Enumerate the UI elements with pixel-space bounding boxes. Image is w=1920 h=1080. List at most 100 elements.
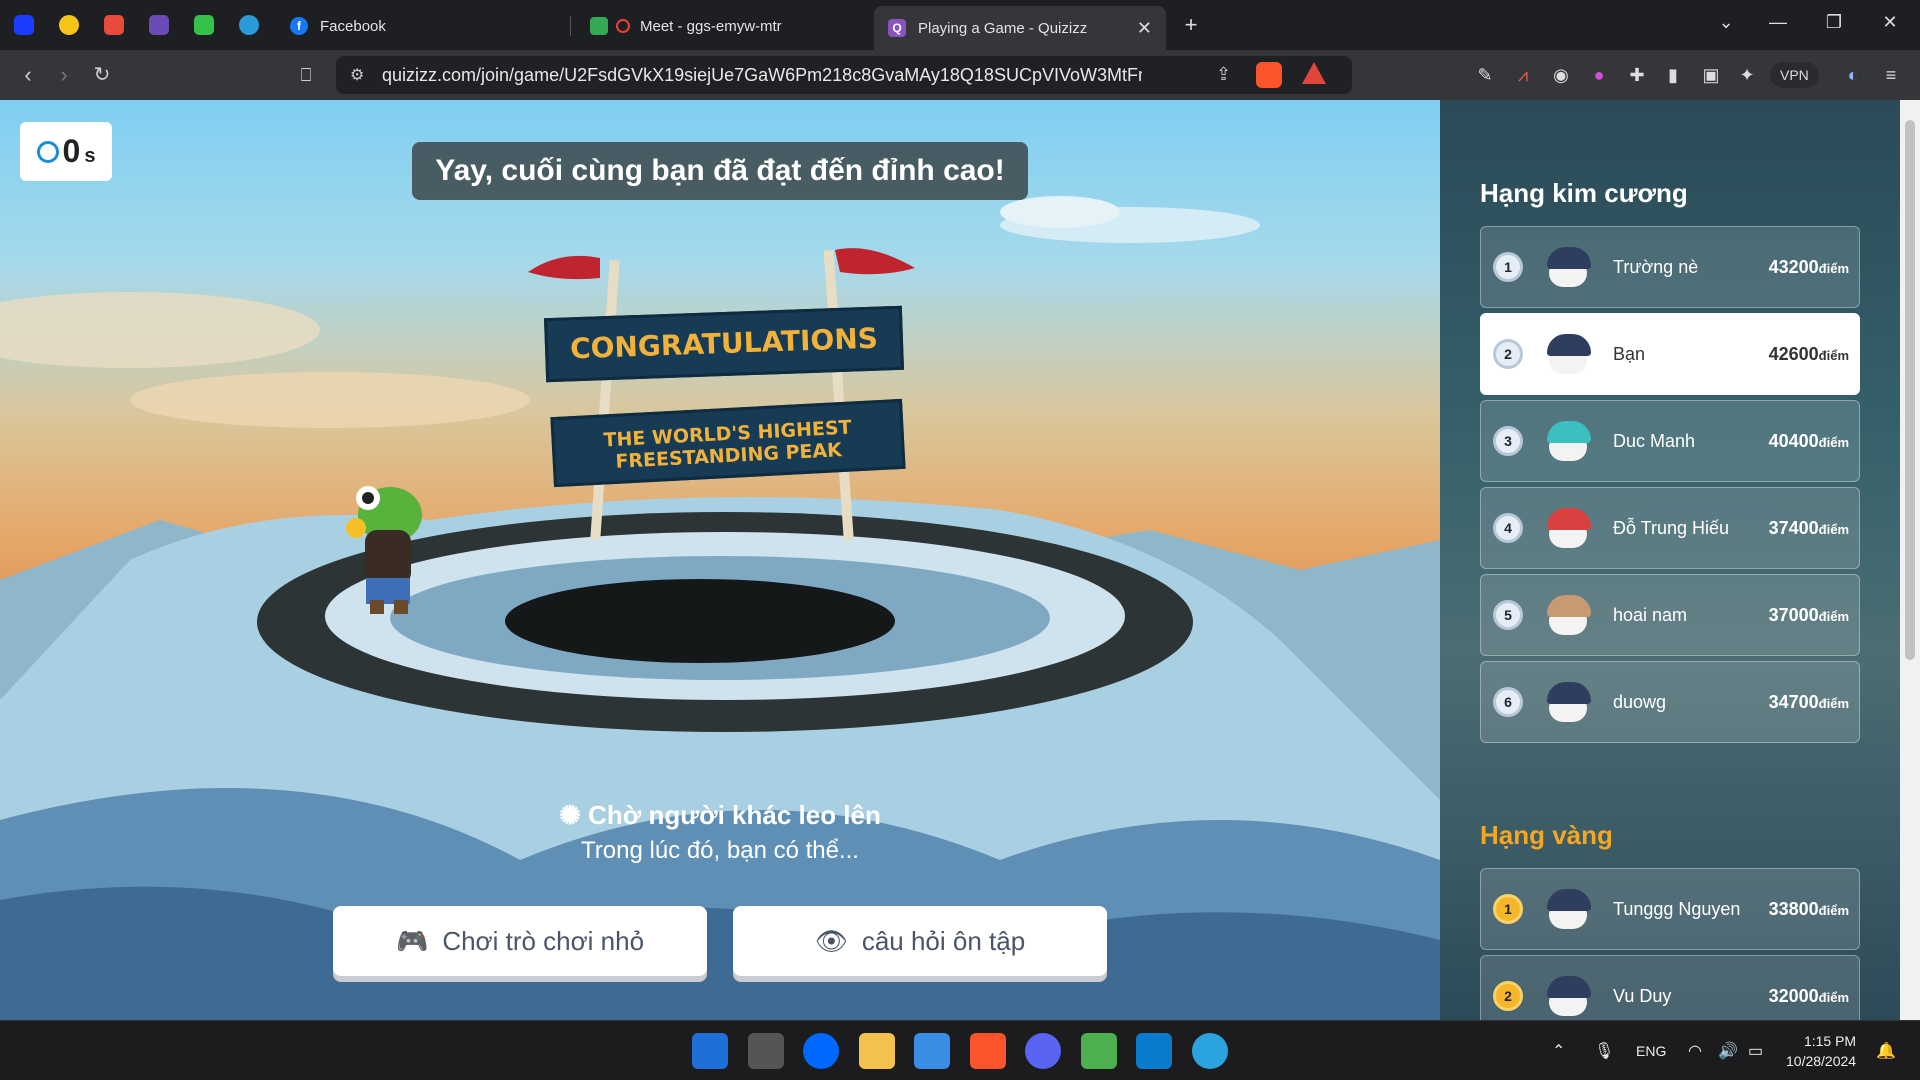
rank-badge: 5 xyxy=(1493,600,1523,630)
leaderboard-row: 3 Duc Manh 40400điểm xyxy=(1480,400,1860,482)
discord-icon[interactable] xyxy=(1025,1033,1061,1069)
minimize-button[interactable]: — xyxy=(1758,12,1798,33)
close-window-button[interactable]: ✕ xyxy=(1870,12,1910,33)
brave-shields-icon[interactable] xyxy=(1256,62,1282,88)
vpn-label: VPN xyxy=(1780,67,1809,83)
language-indicator[interactable]: ENG xyxy=(1636,1043,1666,1059)
player-score: 37400điểm xyxy=(1768,517,1849,538)
telegram-icon[interactable] xyxy=(1192,1033,1228,1069)
pinned-tab-5[interactable] xyxy=(187,7,221,43)
extensions-puzzle-icon[interactable]: ✚ xyxy=(1626,64,1648,86)
app-icon xyxy=(14,15,34,35)
reload-icon[interactable]: ↻ xyxy=(88,61,116,89)
app-icon xyxy=(59,15,79,35)
play-minigame-button[interactable]: 🎮 Chơi trò chơi nhỏ xyxy=(333,906,707,976)
address-bar[interactable]: ⚙ quizizz.com/join/game/U2FsdGVkX19siejU… xyxy=(336,56,1352,94)
leaderboard-row: 2 Bạn 42600điểm xyxy=(1480,313,1860,395)
tab-quizizz[interactable]: Q Playing a Game - Quizizz ✕ xyxy=(874,6,1166,50)
tab-meet[interactable]: Meet - ggs-emyw-mtr xyxy=(576,7,868,45)
player-score: 40400điểm xyxy=(1768,430,1849,451)
player-name: duowg xyxy=(1613,691,1667,712)
leo-ai-icon[interactable]: ✦ xyxy=(1736,64,1758,86)
rank-badge: 1 xyxy=(1493,252,1523,282)
gold-tier-title: Hạng vàng xyxy=(1480,820,1613,850)
sidebar-icon[interactable]: ▮ xyxy=(1662,64,1684,86)
tab-label: Facebook xyxy=(320,17,386,35)
tab-search-chevron-icon[interactable]: ⌄ xyxy=(1706,12,1746,33)
battery-icon[interactable]: ▭ xyxy=(1748,1041,1763,1061)
brave-rewards-icon[interactable] xyxy=(1302,62,1326,84)
new-tab-button[interactable]: + xyxy=(1171,12,1211,38)
share-icon[interactable]: ⇪ xyxy=(1216,64,1231,85)
paint-icon[interactable] xyxy=(1081,1033,1117,1069)
wallet-icon[interactable]: ▣ xyxy=(1700,64,1722,86)
notepad-icon[interactable] xyxy=(914,1033,950,1069)
tab-facebook[interactable]: f Facebook xyxy=(276,7,566,45)
extension-icon[interactable]: ● xyxy=(1588,64,1610,86)
game-scene: 0 s Yay, cuối cùng bạn đã đạt đến đỉnh c… xyxy=(0,100,1440,1020)
tab-label: Playing a Game - Quizizz xyxy=(918,19,1088,37)
rank-badge: 2 xyxy=(1493,981,1523,1011)
show-hidden-icons-icon[interactable]: ⌃ xyxy=(1552,1041,1565,1061)
url-text[interactable]: quizizz.com/join/game/U2FsdGVkX19siejUe7… xyxy=(382,65,1142,86)
player-avatar xyxy=(1543,330,1591,378)
player-avatar xyxy=(1543,591,1591,639)
clock-time: 1:15 PM xyxy=(1803,1033,1857,1049)
back-icon[interactable]: ‹ xyxy=(14,61,42,89)
extension-icon[interactable]: ✎ xyxy=(1474,64,1496,86)
player-avatar xyxy=(1543,417,1591,465)
gamepad-icon: 🎮 xyxy=(395,925,429,956)
windows-taskbar: ⌃ 🎙 ENG ◠ 🔊 ▭ 1:15 PM 10/28/2024 🔔 xyxy=(0,1020,1920,1080)
tab-label: Meet - ggs-emyw-mtr xyxy=(640,17,782,35)
profile-icon[interactable]: ◐ xyxy=(1842,64,1864,86)
pinned-tab-4[interactable] xyxy=(142,7,176,43)
loading-spinner-icon: ✺ xyxy=(559,800,589,830)
vscode-icon[interactable] xyxy=(1136,1033,1172,1069)
extension-icon[interactable]: ◉ xyxy=(1550,64,1572,86)
file-explorer-icon[interactable] xyxy=(859,1033,895,1069)
review-questions-button[interactable]: 👁 câu hỏi ôn tập xyxy=(733,906,1107,976)
player-name: hoai nam xyxy=(1613,604,1688,625)
start-menu-icon[interactable] xyxy=(692,1033,728,1069)
leaderboard-panel[interactable]: Hạng kim cương 1 Trường nè 43200điểm 2 Bạn 42… xyxy=(1440,100,1900,1020)
pinned-tab-6[interactable] xyxy=(232,7,266,43)
player-score: 42600điểm xyxy=(1768,343,1849,364)
extension-icon[interactable]: ⩘ xyxy=(1512,64,1534,86)
close-tab-icon[interactable]: ✕ xyxy=(1137,18,1152,39)
player-avatar xyxy=(1543,972,1591,1020)
player-name: Bạn xyxy=(1613,343,1646,364)
brave-browser-icon[interactable] xyxy=(970,1033,1006,1069)
leaderboard-row: 2 Vu Duy 32000điểm xyxy=(1480,955,1860,1020)
pinned-tab-1[interactable] xyxy=(7,7,41,43)
maximize-button[interactable]: ❐ xyxy=(1814,12,1854,33)
player-name: Tunggg Nguyen xyxy=(1613,898,1741,919)
pinned-tab-3[interactable] xyxy=(97,7,131,43)
rank-badge: 1 xyxy=(1493,894,1523,924)
notifications-bell-icon[interactable]: 🔔 xyxy=(1876,1041,1896,1061)
wifi-icon[interactable]: ◠ xyxy=(1688,1041,1702,1061)
facebook-icon: f xyxy=(290,17,308,35)
player-score: 32000điểm xyxy=(1768,985,1849,1006)
vpn-button[interactable]: VPN xyxy=(1770,62,1819,88)
leaderboard-row: 1 Tunggg Nguyen 33800điểm xyxy=(1480,868,1860,950)
site-settings-icon[interactable]: ⚙ xyxy=(350,65,364,85)
bookmark-icon[interactable]: ⎕ xyxy=(292,61,320,89)
player-score: 37000điểm xyxy=(1768,604,1849,625)
volume-icon[interactable]: 🔊 xyxy=(1718,1041,1738,1061)
page-scrollbar[interactable] xyxy=(1900,100,1920,1020)
zalo-icon[interactable] xyxy=(803,1033,839,1069)
timer-badge: 0 s xyxy=(20,122,112,181)
task-view-icon[interactable] xyxy=(748,1033,784,1069)
forward-icon[interactable]: › xyxy=(50,61,78,89)
app-icon xyxy=(149,15,169,35)
microphone-icon[interactable]: 🎙 xyxy=(1594,1041,1614,1061)
pinned-tab-2[interactable] xyxy=(52,7,86,43)
waiting-subtitle: Trong lúc đó, bạn có thể... xyxy=(581,837,859,864)
menu-icon[interactable]: ≡ xyxy=(1880,64,1902,86)
leaderboard-row: 1 Trường nè 43200điểm xyxy=(1480,226,1860,308)
timer-value: 0 xyxy=(62,133,81,169)
scrollbar-thumb[interactable] xyxy=(1905,120,1915,660)
clock-date: 10/28/2024 xyxy=(1786,1053,1857,1069)
system-clock[interactable]: 1:15 PM 10/28/2024 xyxy=(1786,1031,1856,1071)
alarm-clock-icon xyxy=(36,140,59,163)
